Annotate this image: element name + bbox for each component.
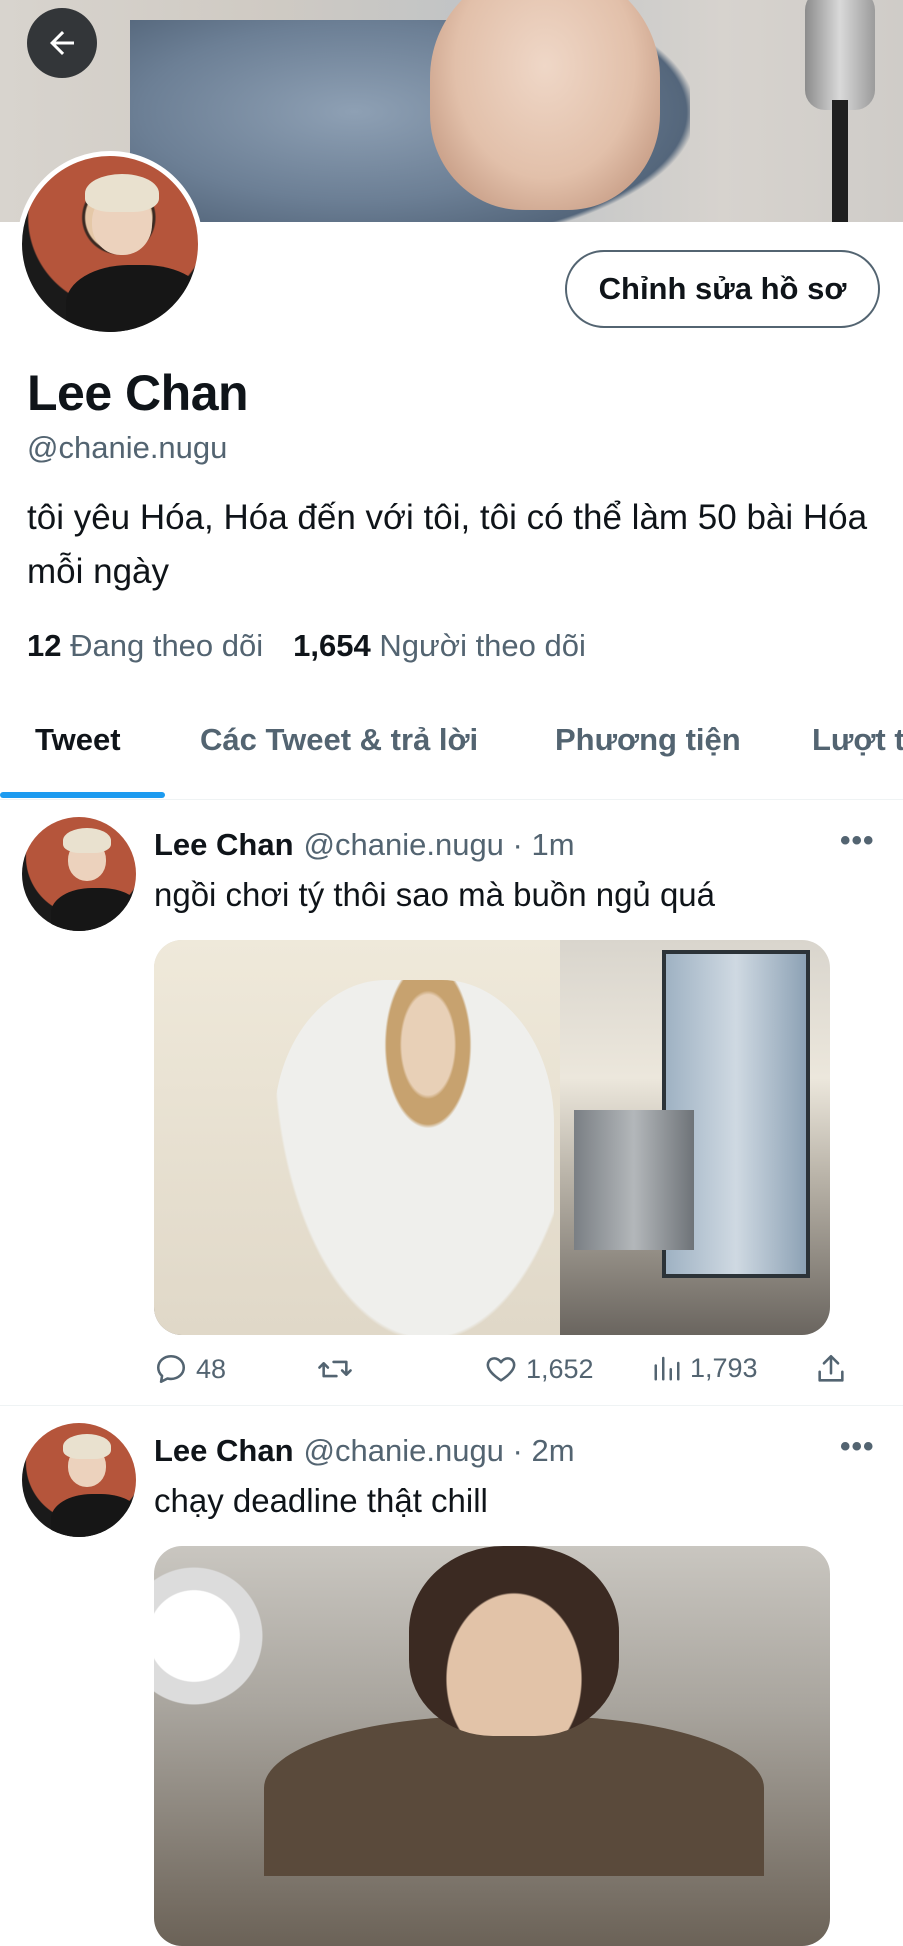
active-tab-indicator bbox=[0, 792, 165, 798]
followers-count: 1,654 bbox=[293, 628, 371, 663]
media-lamp bbox=[154, 1556, 274, 1716]
views-chart-icon bbox=[654, 1356, 680, 1381]
avatar-hair bbox=[85, 173, 160, 213]
tweet-handle-time: @chanie.nugu · 2m bbox=[303, 1433, 575, 1468]
tweet-header: Lee Chan @chanie.nugu · 2m bbox=[154, 1433, 575, 1469]
reply-count: 48 bbox=[196, 1353, 227, 1384]
tweet[interactable]: Lee Chan @chanie.nugu · 2m ••• chạy deadl… bbox=[0, 1406, 903, 1946]
media-person bbox=[274, 980, 554, 1335]
avatar-shirt bbox=[50, 887, 136, 931]
following-label: Đang theo dõi bbox=[70, 628, 264, 663]
tweet-media-image[interactable] bbox=[154, 1546, 830, 1946]
views-count: 1,793 bbox=[690, 1352, 758, 1383]
retweet-icon bbox=[318, 1360, 352, 1378]
tweet-actions: 48 1,652 1,793 bbox=[154, 1352, 854, 1392]
profile-handle: @chanie.nugu bbox=[27, 430, 228, 465]
avatar-hair bbox=[63, 828, 111, 854]
more-options-icon[interactable]: ••• bbox=[840, 824, 875, 858]
heart-icon bbox=[486, 1357, 516, 1382]
edit-profile-button[interactable]: Chỉnh sửa hồ sơ bbox=[565, 250, 880, 328]
tweet-avatar[interactable] bbox=[22, 1423, 136, 1537]
views-button[interactable]: 1,793 bbox=[652, 1352, 758, 1384]
following-link[interactable]: 12 Đang theo dõi bbox=[27, 628, 263, 663]
profile-bio: tôi yêu Hóa, Hóa đến với tôi, tôi có thể… bbox=[27, 498, 868, 591]
tweet-header: Lee Chan @chanie.nugu · 1m bbox=[154, 827, 575, 863]
tweet[interactable]: Lee Chan @chanie.nugu · 1m ••• ngồi chơi … bbox=[0, 800, 903, 1405]
tweet-author-name[interactable]: Lee Chan bbox=[154, 1433, 294, 1468]
banner-hand bbox=[430, 0, 660, 210]
follow-stats: 12 Đang theo dõi 1,654 Người theo dõi bbox=[27, 628, 586, 664]
tab-tweets[interactable]: Tweet bbox=[35, 722, 121, 758]
tweet-author-name[interactable]: Lee Chan bbox=[154, 827, 294, 862]
more-options-icon[interactable]: ••• bbox=[840, 1430, 875, 1464]
reply-button[interactable]: 48 bbox=[154, 1352, 226, 1386]
tweet-media-image[interactable] bbox=[154, 940, 830, 1335]
media-person-body bbox=[264, 1716, 764, 1876]
tab-media[interactable]: Phương tiện bbox=[555, 722, 741, 758]
following-count: 12 bbox=[27, 628, 62, 663]
banner-microphone bbox=[805, 0, 875, 110]
media-person-head bbox=[409, 1546, 619, 1736]
share-icon bbox=[818, 1354, 844, 1382]
tweet-handle-time: @chanie.nugu · 1m bbox=[303, 827, 575, 862]
avatar-shirt bbox=[50, 1493, 136, 1537]
back-button[interactable] bbox=[27, 8, 97, 78]
avatar-shirt bbox=[66, 265, 198, 332]
tweet-text: ngồi chơi tý thôi sao mà buồn ngủ quá bbox=[154, 876, 716, 913]
followers-label: Người theo dõi bbox=[379, 628, 586, 663]
reply-icon bbox=[156, 1354, 186, 1384]
share-button[interactable] bbox=[814, 1352, 848, 1386]
tweet-avatar[interactable] bbox=[22, 817, 136, 931]
banner-mic-stand bbox=[832, 100, 848, 222]
tab-likes[interactable]: Lượt t bbox=[812, 722, 903, 758]
arrow-left-icon bbox=[50, 31, 74, 55]
avatar-hair bbox=[63, 1434, 111, 1460]
tweet-text: chạy deadline thật chill bbox=[154, 1482, 488, 1519]
media-oven bbox=[574, 1110, 694, 1250]
tab-tweets-and-replies[interactable]: Các Tweet & trả lời bbox=[200, 722, 478, 758]
like-button[interactable]: 1,652 bbox=[484, 1352, 594, 1386]
profile-display-name: Lee Chan bbox=[27, 365, 249, 421]
profile-avatar[interactable] bbox=[17, 151, 203, 337]
followers-link[interactable]: 1,654 Người theo dõi bbox=[293, 628, 586, 663]
like-count: 1,652 bbox=[526, 1353, 594, 1384]
profile-tabs: Tweet Các Tweet & trả lời Phương tiện Lư… bbox=[0, 692, 903, 800]
retweet-button[interactable] bbox=[316, 1352, 362, 1386]
